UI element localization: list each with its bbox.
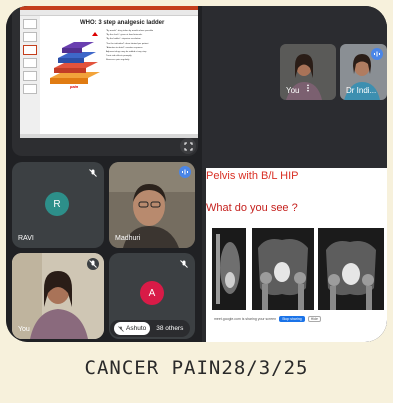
sharing-text: meet.google.com is sharing your screen <box>214 316 277 321</box>
ppt-statusbar <box>20 134 198 138</box>
current-slide: WHO: 3 step analgesic ladder "By mouth":… <box>40 16 198 134</box>
slide-thumb[interactable] <box>23 71 37 81</box>
avatar: A <box>140 281 164 305</box>
shared-screen: Pelvis with B/L HIP What do you see ? me… <box>206 168 387 342</box>
pip-dr-indi[interactable]: Dr Indi... <box>340 44 387 100</box>
avatar: R <box>45 192 69 216</box>
slide-thumb[interactable] <box>23 32 37 42</box>
caption: CANCER PAIN28/3/25 <box>84 357 309 379</box>
mic-off-icon <box>87 167 99 179</box>
slide-thumbnails <box>20 16 40 134</box>
slide-bullet: Reassess pain regularly <box>106 59 130 62</box>
hide-button[interactable]: Hide <box>307 315 321 322</box>
shared-heading: Pelvis with B/L HIP <box>206 170 299 182</box>
stop-sharing-button[interactable]: Stop sharing <box>279 315 305 322</box>
xray-image <box>252 228 314 310</box>
slide-bullet: Treat side effects promptly <box>106 55 132 58</box>
slide-thumb[interactable] <box>23 19 37 29</box>
ladder-graphic <box>50 32 100 84</box>
fullscreen-button[interactable] <box>180 138 196 154</box>
mic-off-icon <box>178 258 190 270</box>
slide-bullet: "For the individual": dose titrated per … <box>106 42 149 45</box>
slide-title: WHO: 3 step analgesic ladder <box>80 20 165 26</box>
xray-image <box>318 228 384 310</box>
slide-thumb[interactable] <box>23 58 37 68</box>
right-pane: You Dr Indi... Pelvis with B/L HIP What … <box>202 6 387 342</box>
meeting-window: WHO: 3 step analgesic ladder "By mouth":… <box>6 6 387 342</box>
participant-tile-self[interactable]: You <box>12 253 104 339</box>
mic-off-icon <box>118 325 124 332</box>
more-options-icon[interactable] <box>304 84 312 92</box>
sharing-bar: meet.google.com is sharing your screen S… <box>214 314 321 323</box>
participant-name: Madhuri <box>115 235 141 242</box>
slide-bullet: Adjuvant drugs may be added at any step <box>106 51 147 54</box>
mic-off-icon <box>87 258 99 270</box>
chip-name: Ashuto <box>126 325 147 332</box>
speaking-indicator <box>371 48 383 60</box>
expand-icon <box>184 142 192 150</box>
slide-bullet: "By mouth": drug taken by mouth where po… <box>106 30 154 32</box>
audio-wave-icon <box>182 169 188 175</box>
participant-chip: Ashuto <box>114 322 151 335</box>
others-count: 38 others <box>156 325 184 332</box>
presentation-tile[interactable]: WHO: 3 step analgesic ladder "By mouth":… <box>12 6 198 156</box>
pip-self[interactable]: You <box>280 44 336 100</box>
slide-bullets: "By mouth": drug taken by mouth where po… <box>106 30 194 64</box>
slide-bullet: "By the clock": given at fixed intervals <box>106 34 143 37</box>
slide-thumb[interactable] <box>23 84 37 94</box>
audio-wave-icon <box>374 51 380 57</box>
participant-name: You <box>18 326 30 333</box>
pip-name: You <box>286 86 300 95</box>
slide-bullet: "By the ladder": stepwise escalation <box>106 38 141 41</box>
slide-thumb-active[interactable] <box>23 45 37 55</box>
right-video-area: You Dr Indi... <box>202 6 387 168</box>
participant-tile-madhuri[interactable]: Madhuri <box>109 162 195 248</box>
pip-name: Dr Indi... <box>346 86 377 95</box>
participant-name: RAVI <box>18 235 34 242</box>
participant-tile-ravi[interactable]: R RAVI <box>12 162 104 248</box>
xray-image <box>212 228 246 310</box>
speaking-indicator <box>179 166 191 178</box>
shared-question: What do you see ? <box>206 202 298 214</box>
left-pane: WHO: 3 step analgesic ladder "By mouth":… <box>6 6 202 342</box>
slide-bullet: "Attention to detail": monitor response <box>106 46 143 49</box>
others-pill[interactable]: Ashuto 38 others <box>110 320 191 337</box>
slide-logo: pain <box>70 84 79 89</box>
